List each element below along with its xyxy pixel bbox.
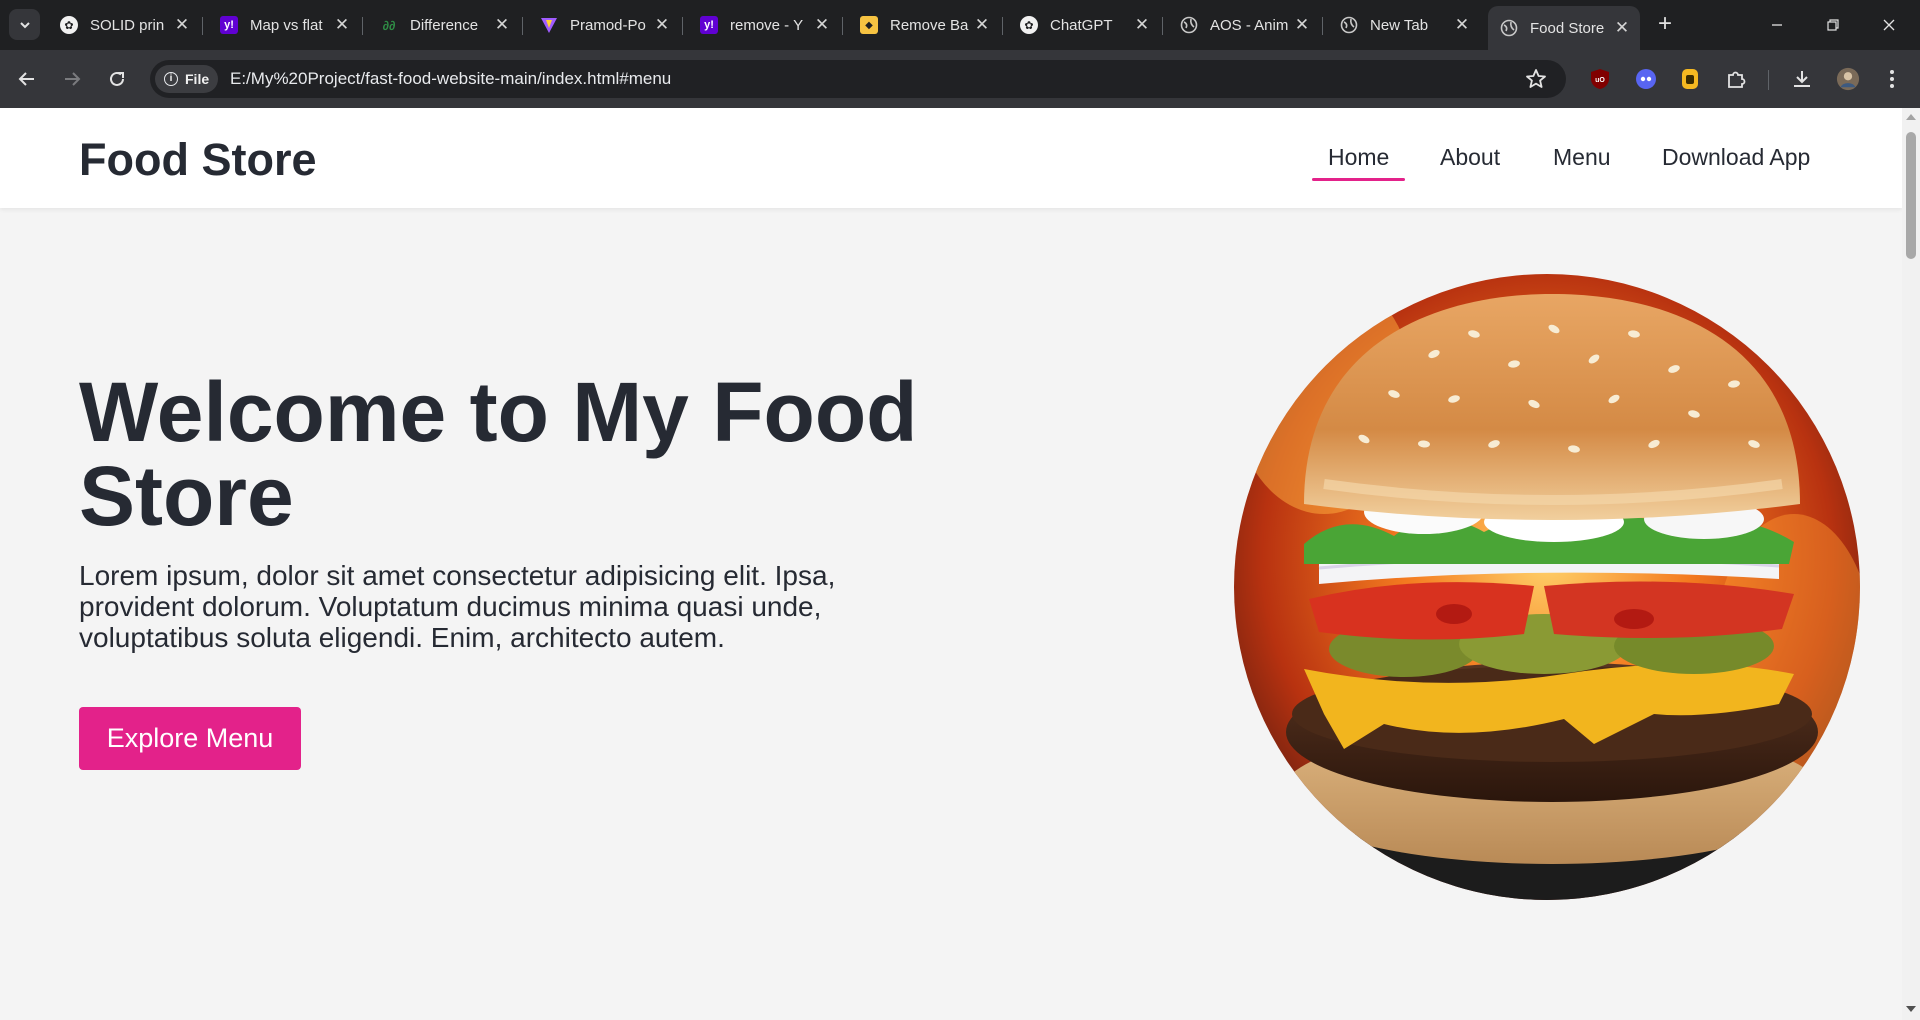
honey-extension-icon[interactable]	[1678, 67, 1702, 91]
restore-icon	[1827, 19, 1839, 31]
tab-0[interactable]: ✿ SOLID prin ✕	[48, 7, 203, 43]
address-bar[interactable]: i File E:/My%20Project/fast-food-website…	[150, 60, 1566, 98]
scroll-down-arrow-icon[interactable]	[1906, 1006, 1916, 1012]
close-icon[interactable]: ✕	[972, 15, 992, 35]
bookmark-star-icon[interactable]	[1524, 67, 1548, 91]
close-icon[interactable]: ✕	[652, 15, 672, 35]
nav-active-underline	[1312, 178, 1405, 181]
removebg-icon: ◆	[860, 16, 878, 34]
tab-9-active[interactable]: Food Store ✕	[1488, 6, 1640, 50]
chatgpt-icon: ✿	[1020, 16, 1038, 34]
browser-toolbar: i File E:/My%20Project/fast-food-website…	[0, 50, 1920, 108]
tab-separator	[842, 17, 843, 35]
chatgpt-icon: ✿	[60, 16, 78, 34]
tab-title: remove - Y	[730, 16, 804, 34]
globe-icon	[1180, 16, 1198, 34]
yahoo-icon: y!	[220, 16, 238, 34]
tab-title: Pramod-Po	[570, 16, 646, 34]
ublock-extension-icon[interactable]: uO	[1588, 67, 1612, 91]
tab-separator	[1322, 17, 1323, 35]
close-icon[interactable]: ✕	[492, 15, 512, 35]
browser-tab-bar: ✿ SOLID prin ✕ y! Map vs flat ✕ ∂∂ Diffe…	[0, 0, 1920, 50]
yahoo-icon: y!	[700, 16, 718, 34]
tab-8[interactable]: New Tab ✕	[1328, 7, 1480, 43]
close-icon	[1883, 19, 1895, 31]
chevron-down-icon	[19, 21, 30, 28]
window-close-button[interactable]	[1866, 8, 1912, 42]
arrow-right-icon	[65, 72, 81, 86]
close-icon[interactable]: ✕	[812, 15, 832, 35]
nav-about-link[interactable]: About	[1440, 144, 1500, 171]
forward-button[interactable]	[57, 64, 87, 94]
tab-4[interactable]: y! remove - Y ✕	[688, 7, 843, 43]
tab-title: AOS - Anim	[1210, 16, 1289, 34]
close-icon[interactable]: ✕	[332, 15, 352, 35]
tab-separator	[1002, 17, 1003, 35]
scheme-label: File	[185, 71, 210, 87]
tab-title: Difference	[410, 16, 479, 34]
scroll-up-arrow-icon[interactable]	[1906, 114, 1916, 120]
globe-icon	[1340, 16, 1358, 34]
url-text[interactable]: E:/My%20Project/fast-food-website-main/i…	[230, 69, 671, 89]
close-icon[interactable]: ✕	[172, 15, 192, 35]
burger-image	[1234, 274, 1860, 900]
nav-download-link[interactable]: Download App	[1662, 144, 1810, 171]
geeksforgeeks-icon: ∂∂	[382, 17, 396, 33]
downloads-icon[interactable]	[1790, 67, 1814, 91]
vite-icon	[540, 16, 558, 34]
tab-1[interactable]: y! Map vs flat ✕	[208, 7, 363, 43]
tab-title: New Tab	[1370, 16, 1429, 34]
site-logo[interactable]: Food Store	[79, 134, 316, 186]
tab-7[interactable]: AOS - Anim ✕	[1168, 7, 1323, 43]
tab-separator	[1162, 17, 1163, 35]
tab-separator	[682, 17, 683, 35]
close-icon[interactable]: ✕	[1452, 15, 1472, 35]
tab-separator	[362, 17, 363, 35]
tab-5[interactable]: ◆ Remove Ba ✕	[848, 7, 1003, 43]
profile-avatar[interactable]	[1836, 67, 1860, 91]
globe-icon	[1500, 19, 1518, 37]
tab-title: ChatGPT	[1050, 16, 1113, 34]
hero-title: Welcome to My Food Store	[79, 365, 918, 543]
close-icon[interactable]: ✕	[1612, 18, 1632, 38]
nav-menu-link[interactable]: Menu	[1553, 144, 1611, 171]
tab-title: Food Store	[1530, 19, 1605, 37]
info-icon: i	[164, 72, 178, 86]
explore-menu-button[interactable]: Explore Menu	[79, 707, 301, 770]
extensions-puzzle-icon[interactable]	[1724, 67, 1748, 91]
hero-description: Lorem ipsum, dolor sit amet consectetur …	[79, 560, 836, 653]
reload-icon	[110, 71, 124, 86]
tab-title: Remove Ba	[890, 16, 969, 34]
page-scrollbar[interactable]	[1902, 108, 1920, 1020]
close-icon[interactable]: ✕	[1132, 15, 1152, 35]
close-icon[interactable]: ✕	[1292, 15, 1312, 35]
tab-separator	[202, 17, 203, 35]
minimize-button[interactable]	[1754, 8, 1800, 42]
browser-menu-icon[interactable]	[1880, 67, 1904, 91]
tab-6[interactable]: ✿ ChatGPT ✕	[1008, 7, 1163, 43]
nav-home-link[interactable]: Home	[1328, 144, 1389, 171]
tab-3[interactable]: Pramod-Po ✕	[528, 7, 683, 43]
tab-separator	[522, 17, 523, 35]
tab-search-button[interactable]	[9, 9, 40, 40]
reload-button[interactable]	[102, 64, 132, 94]
site-info-chip[interactable]: i File	[155, 65, 218, 93]
tab-title: SOLID prin	[90, 16, 165, 34]
discord-extension-icon[interactable]	[1634, 67, 1658, 91]
tab-title: Map vs flat	[250, 16, 323, 34]
svg-text:uO: uO	[1595, 77, 1605, 84]
back-button[interactable]	[12, 64, 42, 94]
new-tab-button[interactable]: +	[1651, 11, 1679, 39]
toolbar-divider	[1768, 70, 1769, 90]
site-header: Food Store Home About Menu Download App	[0, 108, 1902, 208]
minimize-icon	[1772, 24, 1782, 26]
page-viewport: Food Store Home About Menu Download App …	[0, 108, 1902, 1020]
tab-2[interactable]: ∂∂ Difference ✕	[368, 7, 523, 43]
restore-button[interactable]	[1810, 8, 1856, 42]
arrow-left-icon	[18, 72, 34, 86]
scrollbar-thumb[interactable]	[1906, 132, 1916, 259]
